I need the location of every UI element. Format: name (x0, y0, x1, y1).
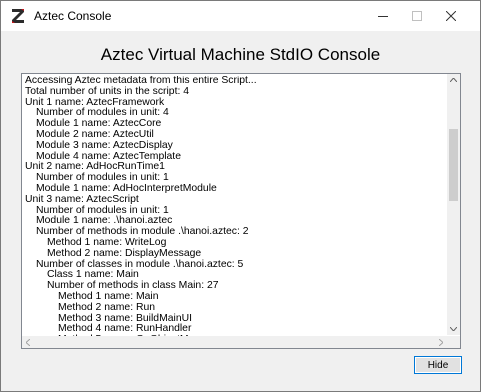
maximize-button[interactable] (400, 1, 434, 31)
console-line: Unit 3 name: AztecScript (25, 193, 139, 205)
console-line: Total number of units in the script: 4 (25, 85, 190, 97)
vertical-scroll-thumb[interactable] (449, 129, 458, 201)
console-line: Method 2 name: Run (58, 301, 156, 313)
window-title: Aztec Console (34, 9, 112, 23)
scroll-down-arrow-icon[interactable] (447, 323, 460, 335)
aztec-logo-icon (12, 9, 24, 23)
console-line: Method 2 name: DisplayMessage (47, 247, 202, 259)
console-window: Aztec Console Aztec Virtual Machine StdI… (0, 0, 481, 392)
scroll-right-arrow-icon[interactable] (435, 336, 447, 348)
scroll-left-arrow-icon[interactable] (22, 336, 34, 348)
vertical-scrollbar[interactable] (447, 74, 460, 335)
console-line: Module 3 name: AztecDisplay (36, 139, 173, 151)
title-bar[interactable]: Aztec Console (1, 1, 480, 31)
console-output[interactable]: Accessing Aztec metadata from this entir… (21, 73, 461, 349)
minimize-button[interactable] (366, 1, 400, 31)
console-text-area[interactable]: Accessing Aztec metadata from this entir… (25, 76, 443, 336)
scrollbar-corner (447, 336, 460, 348)
minimize-icon (378, 16, 388, 17)
scroll-up-arrow-icon[interactable] (447, 74, 460, 86)
maximize-icon (412, 11, 422, 21)
hide-button[interactable]: Hide (414, 356, 462, 374)
close-button[interactable] (434, 1, 468, 31)
horizontal-scrollbar[interactable] (22, 336, 447, 348)
close-icon (446, 11, 456, 21)
console-heading: Aztec Virtual Machine StdIO Console (100, 45, 381, 64)
